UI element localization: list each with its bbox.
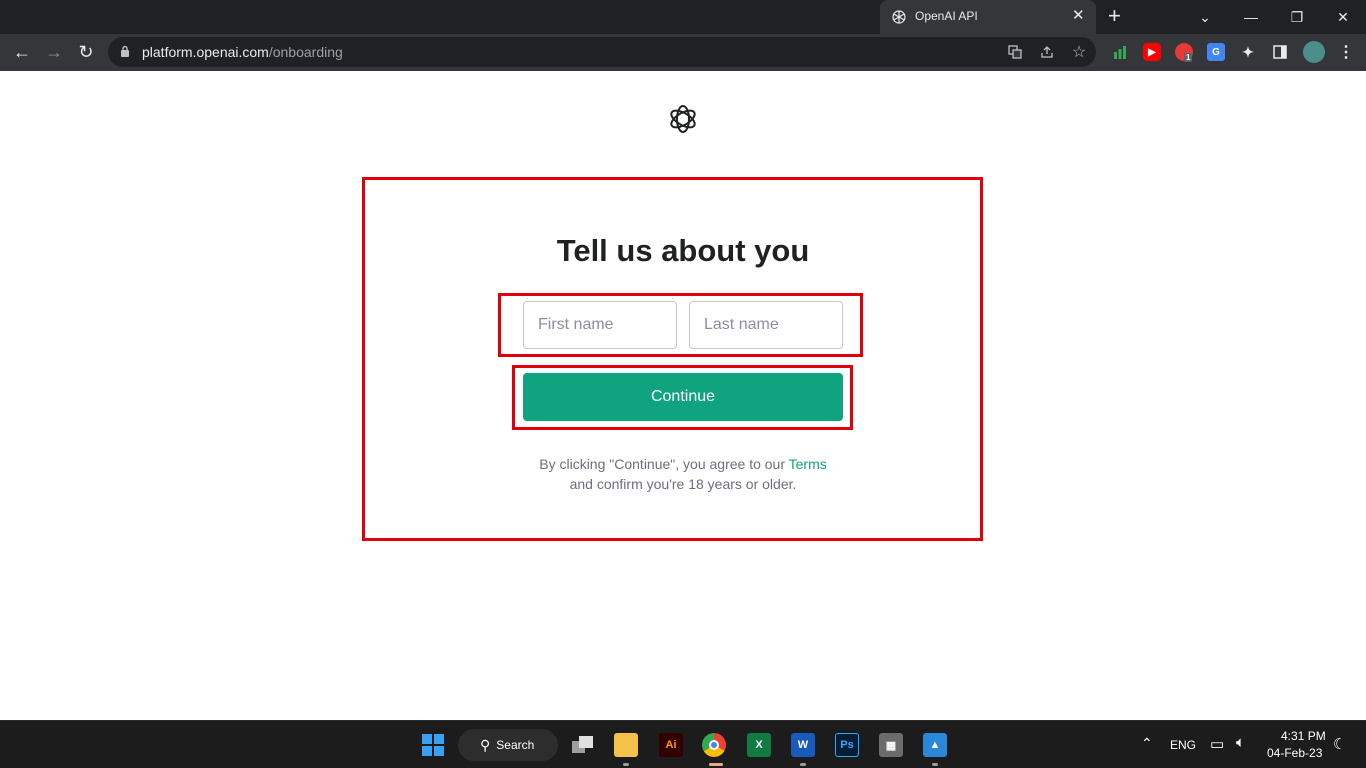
- tab-close-icon[interactable]: ✕: [1072, 7, 1085, 25]
- tab-title: OpenAI API: [915, 9, 978, 23]
- windows-taskbar: ⚲ Search Ai X W Ps ▦ ▲ ⌃ ENG ▭ 🔈︎ 4:31 PM…: [0, 720, 1366, 768]
- back-arrow-icon[interactable]: ←: [10, 40, 34, 64]
- share-icon[interactable]: [1038, 43, 1056, 61]
- google-translate-extension-icon[interactable]: G: [1207, 43, 1225, 61]
- first-name-input[interactable]: [523, 301, 677, 349]
- search-icon: ⚲: [480, 736, 491, 753]
- file-explorer-icon[interactable]: [614, 733, 638, 757]
- bookmark-star-icon[interactable]: ☆: [1070, 43, 1088, 61]
- profile-avatar[interactable]: [1303, 41, 1325, 63]
- terms-link[interactable]: Terms: [789, 456, 827, 472]
- side-panel-icon[interactable]: [1271, 43, 1289, 61]
- running-indicator: [800, 763, 806, 766]
- youtube-extension-icon[interactable]: ▶: [1143, 43, 1161, 61]
- translate-icon[interactable]: [1006, 43, 1024, 61]
- extension-badge: 1: [1184, 53, 1193, 62]
- address-bar[interactable]: platform.openai.com/onboarding ☆: [108, 37, 1096, 67]
- photoshop-icon[interactable]: Ps: [835, 733, 859, 757]
- network-icon[interactable]: ▭: [1210, 735, 1224, 753]
- url-domain: platform.openai.com: [142, 44, 269, 60]
- forward-arrow-icon[interactable]: →: [42, 40, 66, 64]
- windows-start-icon[interactable]: [421, 733, 445, 757]
- photos-icon[interactable]: ▲: [923, 733, 947, 757]
- last-name-input[interactable]: [689, 301, 843, 349]
- browser-tab[interactable]: OpenAI API ✕: [880, 0, 1096, 34]
- continue-button[interactable]: Continue: [523, 373, 843, 421]
- active-app-indicator: [709, 763, 723, 766]
- adblock-extension-icon[interactable]: 1: [1175, 43, 1193, 62]
- search-label: Search: [496, 738, 535, 752]
- tab-search-button[interactable]: ⌄: [1182, 0, 1228, 34]
- terms-notice: By clicking "Continue", you agree to our…: [0, 454, 1366, 494]
- terms-prefix: By clicking "Continue", you agree to our: [539, 456, 789, 472]
- calculator-icon[interactable]: ▦: [879, 733, 903, 757]
- openai-favicon-icon: [892, 10, 906, 24]
- browser-toolbar: ← → ↻ platform.openai.com/onboarding ☆ ▶…: [0, 34, 1366, 71]
- chevron-up-icon[interactable]: ⌃: [1141, 735, 1153, 752]
- excel-icon[interactable]: X: [747, 733, 771, 757]
- page-title: Tell us about you: [556, 233, 810, 268]
- clock-date[interactable]: 04-Feb-23: [1267, 746, 1322, 760]
- clock-time[interactable]: 4:31 PM: [1281, 729, 1326, 743]
- maximize-button[interactable]: ❐: [1274, 0, 1320, 34]
- language-indicator[interactable]: ENG: [1170, 738, 1196, 752]
- new-tab-button[interactable]: +: [1108, 4, 1121, 28]
- url-text: platform.openai.com/onboarding: [142, 44, 343, 60]
- tab-strip: OpenAI API ✕ + ⌄ — ❐ ✕: [0, 0, 1366, 34]
- minimize-button[interactable]: —: [1228, 0, 1274, 34]
- menu-kebab-icon[interactable]: ⋮: [1337, 43, 1355, 61]
- puzzle-extensions-icon[interactable]: ✦: [1239, 43, 1257, 61]
- lock-icon: [121, 45, 129, 57]
- url-path: /onboarding: [268, 44, 343, 60]
- running-indicator: [932, 763, 938, 766]
- taskbar-search-button[interactable]: ⚲ Search: [458, 729, 558, 761]
- moon-icon[interactable]: ☾: [1333, 735, 1346, 753]
- terms-suffix: and confirm you're 18 years or older.: [569, 476, 797, 492]
- task-view-icon[interactable]: [571, 733, 595, 757]
- chrome-icon[interactable]: [702, 733, 726, 757]
- running-indicator: [623, 763, 629, 766]
- close-window-button[interactable]: ✕: [1320, 0, 1366, 34]
- volume-icon[interactable]: 🔈︎: [1236, 734, 1245, 751]
- stats-extension-icon[interactable]: [1111, 43, 1129, 61]
- reload-icon[interactable]: ↻: [74, 40, 98, 64]
- word-icon[interactable]: W: [791, 733, 815, 757]
- openai-logo-icon: [670, 105, 696, 133]
- illustrator-icon[interactable]: Ai: [659, 733, 683, 757]
